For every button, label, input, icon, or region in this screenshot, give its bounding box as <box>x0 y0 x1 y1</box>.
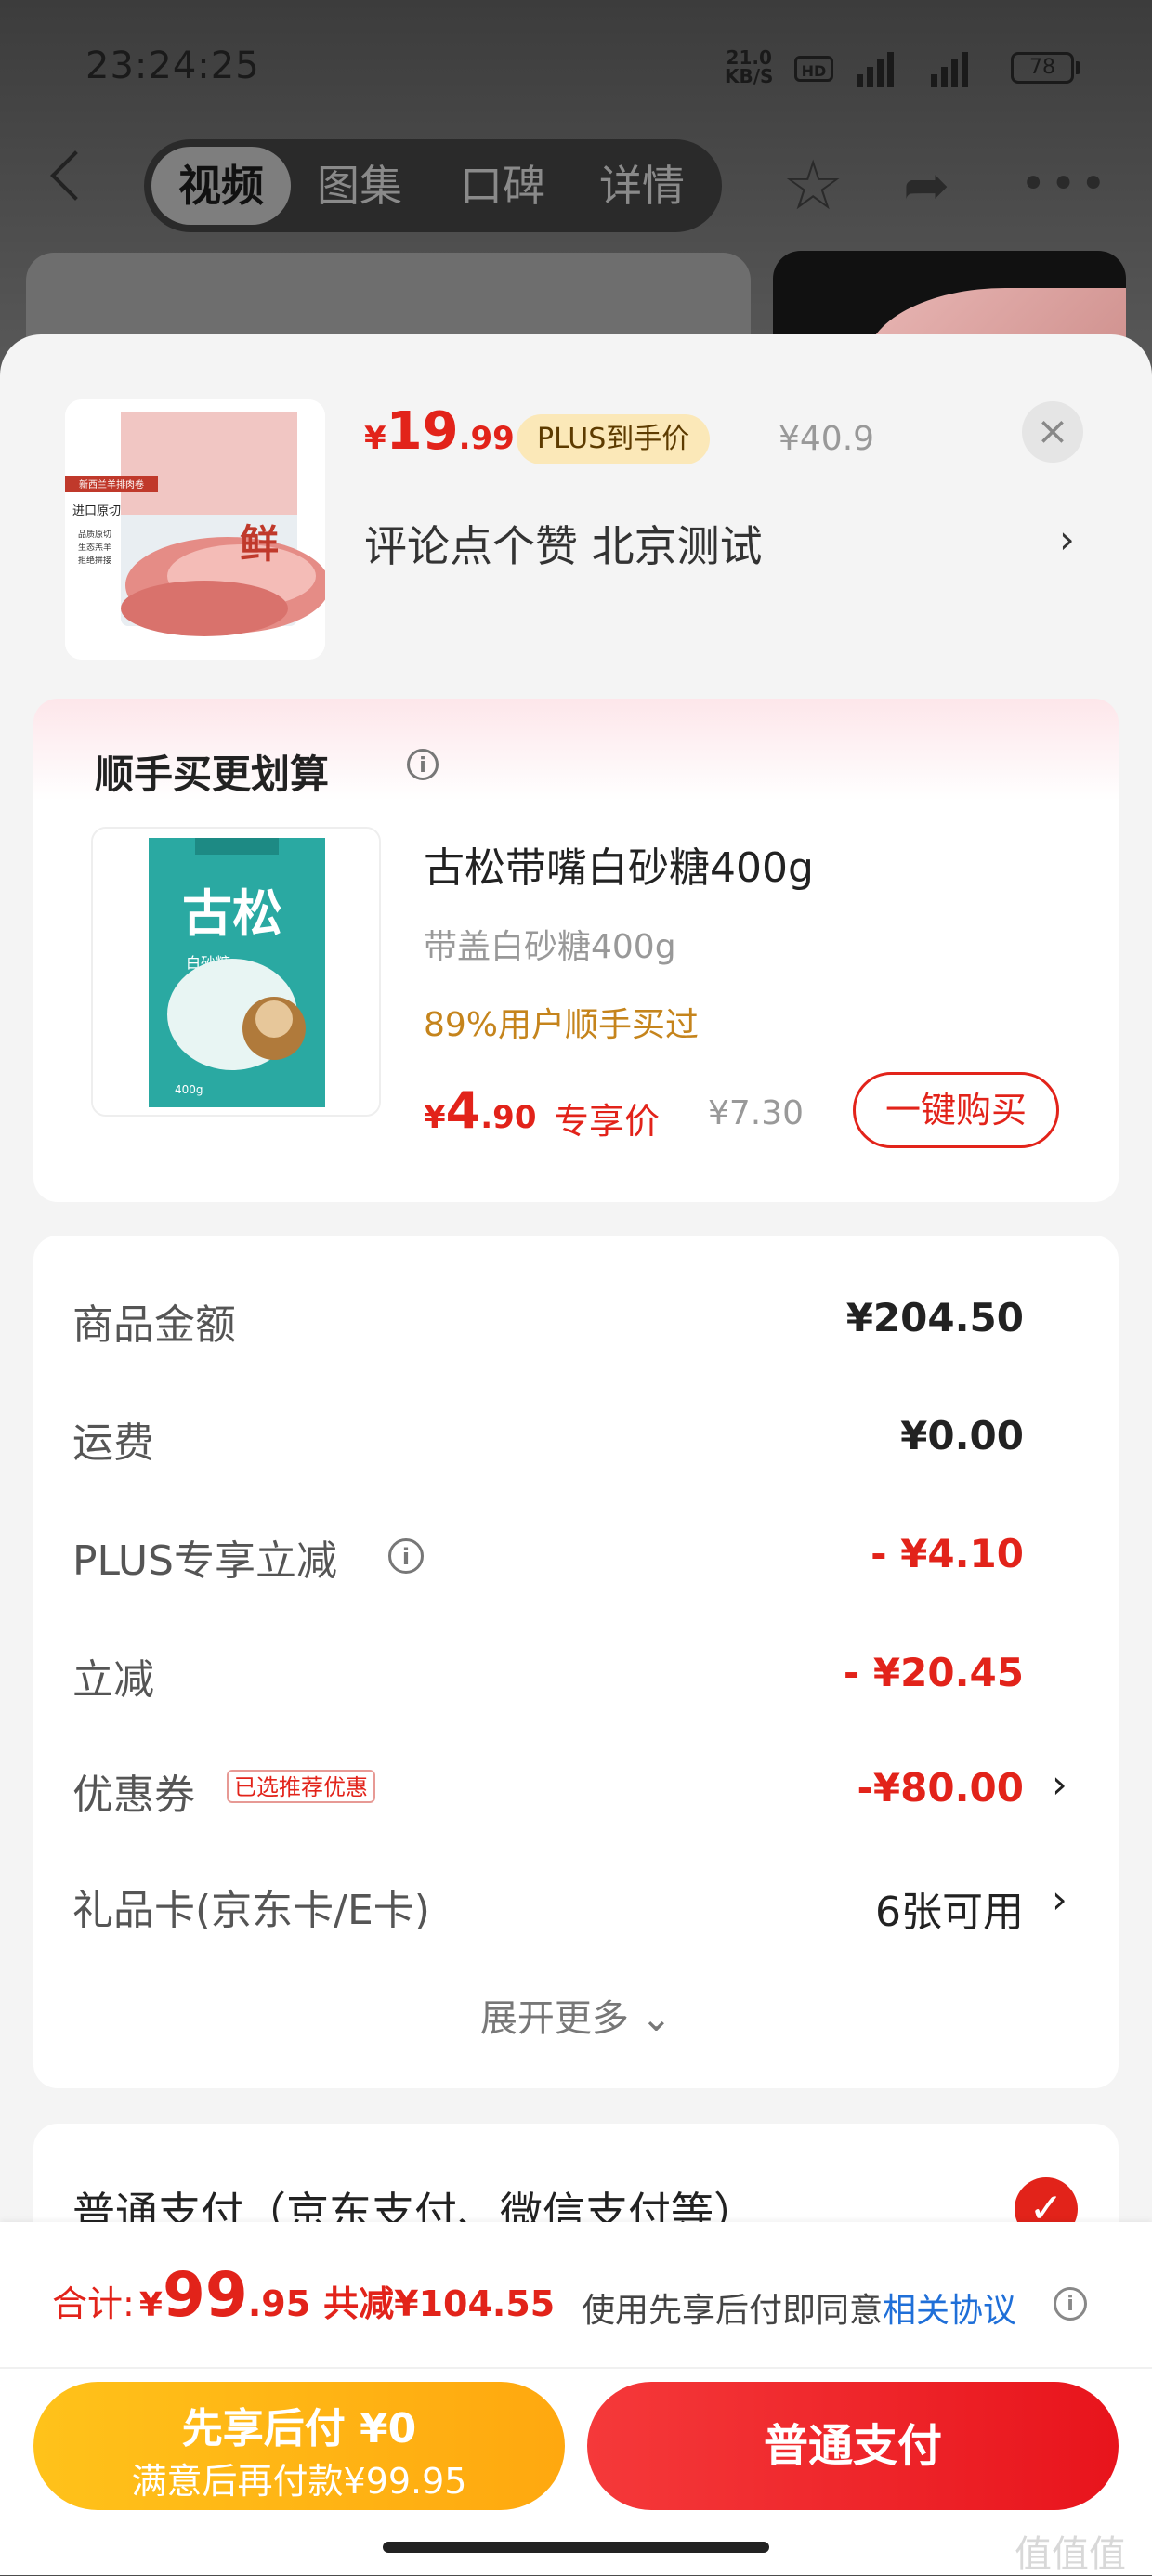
addon-title: 顺手买更划算 <box>95 752 330 797</box>
one-click-buy-button[interactable]: 一键购买 <box>853 1072 1059 1148</box>
shipping-value: ¥0.00 <box>900 1413 1024 1458</box>
agreement-text: 使用先享后付即同意相关协议 <box>582 2292 1017 2330</box>
expand-more-button[interactable]: 展开更多 ⌄ <box>0 1988 1152 2042</box>
media-tabs: 视频 图集 口碑 详情 <box>144 139 722 232</box>
info-icon[interactable]: i <box>388 1538 424 1574</box>
status-time: 23:24:25 <box>85 45 260 87</box>
close-button[interactable]: × <box>1022 401 1083 463</box>
gift-card-value[interactable]: 6张可用 <box>875 1878 1024 1938</box>
signal-5g-icon <box>857 46 894 87</box>
svg-text:古松: 古松 <box>182 883 282 943</box>
instant-discount-value: - ¥20.45 <box>843 1650 1024 1695</box>
battery-tip <box>1076 61 1080 74</box>
svg-text:拒绝拼接: 拒绝拼接 <box>78 555 111 566</box>
addon-subtitle: 带盖白砂糖400g <box>424 928 676 966</box>
addon-name[interactable]: 古松带嘴白砂糖400g <box>424 834 814 894</box>
chevron-right-icon[interactable]: › <box>1052 1876 1067 1922</box>
signal-5g-2-icon <box>931 46 968 87</box>
battery-icon: 78 <box>1011 52 1074 84</box>
info-icon[interactable]: i <box>407 749 439 780</box>
chevron-right-icon[interactable]: › <box>1052 1761 1067 1807</box>
plus-discount-label: PLUS专享立减 <box>72 1537 337 1585</box>
favorite-star-icon[interactable]: ☆ <box>782 149 844 223</box>
svg-text:新西兰羊排肉卷: 新西兰羊排肉卷 <box>79 478 144 490</box>
addon-product-image[interactable]: 古松 白砂糖 400g <box>91 827 381 1117</box>
addon-original-price: ¥7.30 <box>708 1094 805 1132</box>
addon-purchase-rate: 89%用户顺手买过 <box>424 1006 700 1044</box>
tab-reviews[interactable]: 口碑 <box>438 139 568 232</box>
share-icon[interactable]: ➦ <box>903 153 949 218</box>
agreement-link[interactable]: 相关协议 <box>883 2292 1016 2330</box>
svg-text:生态羔羊: 生态羔羊 <box>78 542 111 553</box>
pay-later-button[interactable]: 先享后付 ¥0 满意后再付款¥99.95 <box>33 2382 565 2510</box>
coupon-label[interactable]: 优惠券 <box>72 1761 195 1821</box>
goods-amount-label: 商品金额 <box>72 1301 236 1349</box>
watermark-logo: 值值值 <box>1015 2533 1126 2576</box>
gift-card-label[interactable]: 礼品卡(京东卡/E卡) <box>72 1876 430 1936</box>
chevron-right-icon[interactable]: › <box>1059 517 1075 562</box>
coupon-recommended-tag: 已选推荐优惠 <box>227 1770 375 1803</box>
tab-details[interactable]: 详情 <box>577 139 707 232</box>
total-price: 合计: ¥99.95 共减¥104.55 <box>52 2259 556 2331</box>
product-spec[interactable]: 评论点个赞 北京测试 <box>364 513 763 574</box>
network-speed: 21.0 KB/S <box>725 46 774 87</box>
coupon-value[interactable]: -¥80.00 <box>857 1765 1024 1811</box>
product-price: ¥19.99 <box>364 401 515 462</box>
tab-video[interactable]: 视频 <box>151 147 291 225</box>
more-icon[interactable]: ••• <box>1020 156 1110 212</box>
instant-discount-label: 立减 <box>72 1656 154 1704</box>
exclusive-price-label: 专享价 <box>554 1101 661 1142</box>
product-image: 新西兰羊排肉卷 进口原切 品质原切 生态羔羊 拒绝拼接 鲜 <box>65 399 325 660</box>
svg-text:品质原切: 品质原切 <box>78 529 111 540</box>
plus-discount-value: - ¥4.10 <box>871 1531 1024 1576</box>
plus-price-badge: PLUS到手价 <box>517 414 711 464</box>
svg-text:鲜: 鲜 <box>240 521 279 567</box>
tab-gallery[interactable]: 图集 <box>295 139 425 232</box>
original-price: ¥40.9 <box>779 420 875 458</box>
chevron-down-icon: ⌄ <box>640 1997 673 2040</box>
shipping-label: 运费 <box>72 1419 154 1467</box>
info-icon[interactable]: i <box>1054 2287 1087 2321</box>
hd-icon: HD <box>794 56 833 82</box>
goods-amount-value: ¥204.50 <box>845 1295 1024 1340</box>
addon-price: ¥4.90 <box>424 1081 537 1140</box>
normal-pay-button[interactable]: 普通支付 <box>587 2382 1119 2510</box>
home-indicator[interactable] <box>383 2542 769 2553</box>
svg-text:进口原切: 进口原切 <box>72 504 121 518</box>
svg-text:400g: 400g <box>175 1083 203 1096</box>
divider <box>0 2367 1152 2369</box>
